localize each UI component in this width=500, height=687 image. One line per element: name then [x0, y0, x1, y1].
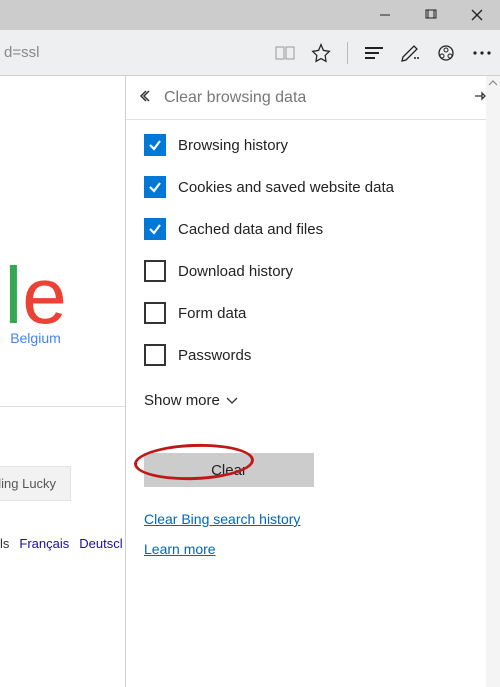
clear-browsing-data-panel: Clear browsing data Browsing history Coo… — [125, 76, 500, 687]
more-icon[interactable] — [472, 43, 492, 63]
checkbox-icon[interactable] — [144, 344, 166, 366]
option-label: Form data — [178, 305, 246, 322]
panel-scrollbar[interactable] — [486, 76, 500, 687]
clear-bing-history-link[interactable]: Clear Bing search history — [144, 511, 482, 527]
scroll-up-arrow-icon[interactable] — [486, 76, 500, 90]
option-cookies[interactable]: Cookies and saved website data — [144, 176, 482, 198]
show-more-toggle[interactable]: Show more — [144, 392, 238, 409]
window-titlebar — [0, 0, 500, 30]
toolbar-divider — [347, 42, 348, 64]
page-content: g l e Belgium n Feeling Lucky ls Françai… — [0, 76, 125, 687]
logo-letter-e: e — [22, 256, 67, 336]
language-prefix: ls — [0, 536, 9, 551]
reading-view-icon[interactable] — [275, 43, 295, 63]
show-more-label: Show more — [144, 392, 220, 409]
google-logo: g l e Belgium — [0, 256, 67, 346]
minimize-button[interactable] — [362, 0, 408, 30]
checkbox-icon[interactable] — [144, 218, 166, 240]
share-icon[interactable] — [436, 43, 456, 63]
option-form-data[interactable]: Form data — [144, 302, 482, 324]
option-browsing-history[interactable]: Browsing history — [144, 134, 482, 156]
checkbox-icon[interactable] — [144, 302, 166, 324]
maximize-button[interactable] — [408, 0, 454, 30]
option-label: Cached data and files — [178, 221, 323, 238]
hub-icon[interactable] — [364, 43, 384, 63]
language-link[interactable]: Deutscl — [79, 536, 122, 551]
logo-letter-l: l — [5, 256, 23, 336]
checkbox-icon[interactable] — [144, 134, 166, 156]
option-label: Browsing history — [178, 137, 288, 154]
favorite-star-icon[interactable] — [311, 43, 331, 63]
close-button[interactable] — [454, 0, 500, 30]
option-label: Cookies and saved website data — [178, 179, 394, 196]
option-cached-data[interactable]: Cached data and files — [144, 218, 482, 240]
option-download-history[interactable]: Download history — [144, 260, 482, 282]
language-link[interactable]: Français — [19, 536, 69, 551]
learn-more-link[interactable]: Learn more — [144, 541, 482, 557]
feeling-lucky-button[interactable]: n Feeling Lucky — [0, 466, 71, 501]
search-box-edge[interactable] — [0, 406, 125, 407]
address-bar: d=ssl — [0, 30, 500, 76]
checkbox-icon[interactable] — [144, 176, 166, 198]
panel-back-icon[interactable] — [138, 89, 154, 106]
chevron-down-icon — [226, 392, 238, 409]
checkbox-icon[interactable] — [144, 260, 166, 282]
panel-title: Clear browsing data — [164, 89, 472, 107]
option-label: Download history — [178, 263, 293, 280]
logo-region: Belgium — [0, 330, 67, 346]
option-passwords[interactable]: Passwords — [144, 344, 482, 366]
url-fragment: d=ssl — [0, 44, 39, 61]
option-label: Passwords — [178, 347, 251, 364]
clear-button[interactable]: Clear — [144, 453, 314, 487]
web-note-icon[interactable] — [400, 43, 420, 63]
language-links: ls Français Deutscl — [0, 536, 123, 551]
